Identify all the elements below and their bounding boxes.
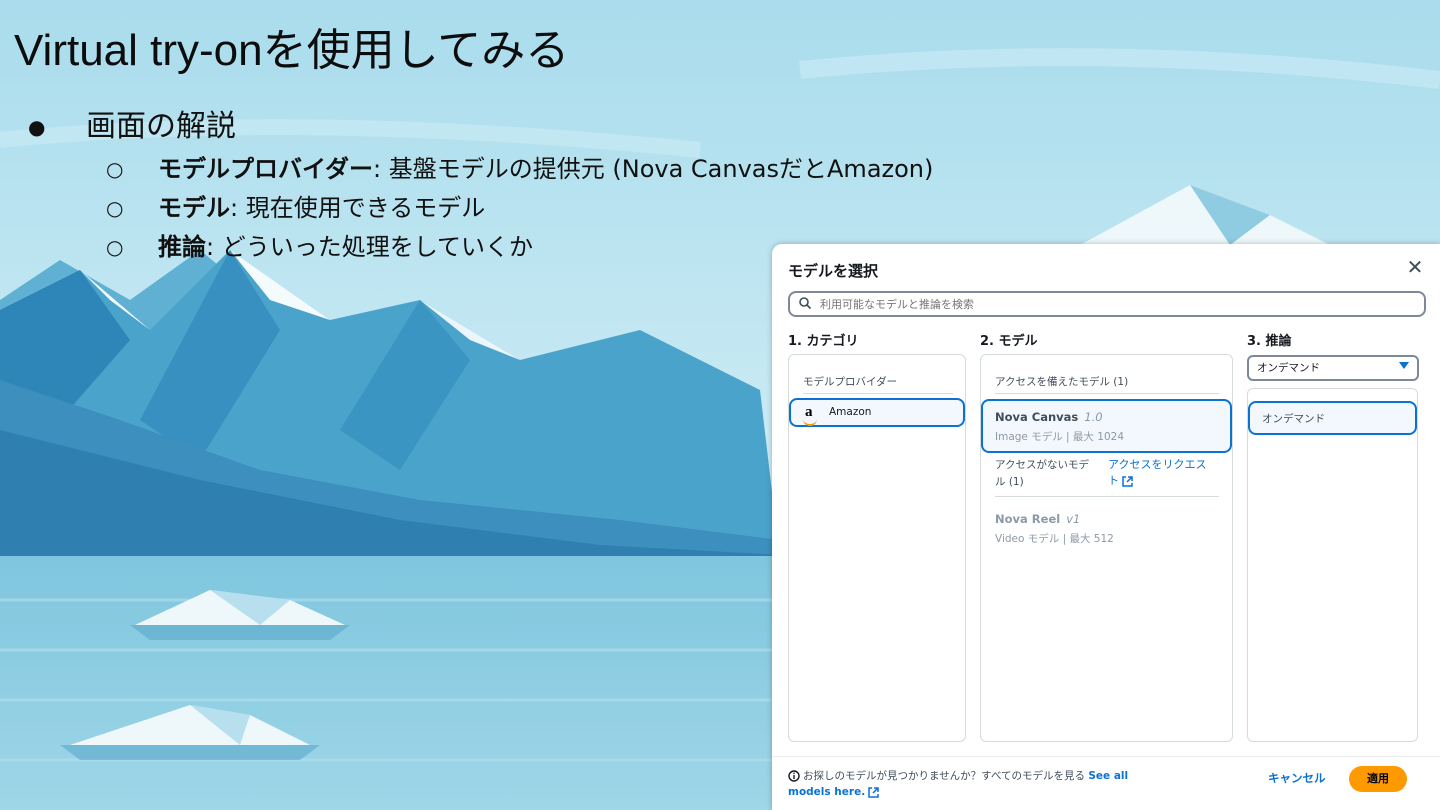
- inference-option[interactable]: オンデマンド: [1248, 401, 1417, 435]
- info-icon: [788, 770, 800, 782]
- category-panel: モデルプロバイダー a Amazon: [788, 354, 966, 742]
- footer-info-text: お探しのモデルが見つかりませんか？すべてのモデルを見る: [803, 770, 1086, 782]
- amazon-smile-icon: [803, 419, 817, 426]
- model-desc: Image モデル | 最大 1024: [995, 431, 1124, 443]
- apply-button[interactable]: 適用: [1349, 766, 1407, 792]
- cancel-button[interactable]: キャンセル: [1268, 770, 1326, 786]
- model-name: Nova Canvas 1.0: [995, 410, 1103, 424]
- provider-name: Amazon: [829, 406, 872, 418]
- bullet-text: 画面の解説: [86, 109, 236, 144]
- model-desc: Video モデル | 最大 512: [995, 533, 1114, 545]
- bullet-ring-icon: ○: [106, 235, 124, 259]
- inference-heading: 3. 推論: [1247, 334, 1292, 349]
- category-heading: 1. カテゴリ: [788, 334, 859, 349]
- sub-bullet-term: モデル: [158, 194, 230, 222]
- caret-down-icon: [1399, 362, 1409, 369]
- slide-title: Virtual try-onを使用してみる: [14, 26, 570, 75]
- footer-divider: [772, 756, 1440, 757]
- model-item-nova-canvas[interactable]: Nova Canvas 1.0 Image モデル | 最大 1024: [981, 399, 1232, 453]
- divider: [995, 393, 1219, 394]
- search-box[interactable]: [788, 291, 1426, 317]
- inference-option-label: オンデマンド: [1262, 413, 1325, 425]
- model-heading: 2. モデル: [980, 334, 1038, 349]
- sub-bullet-term: 推論: [158, 233, 206, 261]
- sub-bullet-text: : どういった処理をしていくか: [206, 233, 533, 261]
- divider: [803, 393, 953, 394]
- model-panel: アクセスを備えたモデル (1) Nova Canvas 1.0 Image モデル…: [980, 354, 1233, 742]
- access-group-label: アクセスを備えたモデル (1): [995, 376, 1129, 388]
- provider-group-label: モデルプロバイダー: [803, 376, 898, 388]
- bullet-dot-icon: ●: [28, 115, 46, 139]
- sub-bullet-text: : 基盤モデルの提供元 (Nova CanvasだとAmazon): [373, 155, 934, 183]
- external-link-icon: [1122, 475, 1133, 487]
- model-version: v1: [1066, 512, 1081, 526]
- dialog-title: モデルを選択: [788, 262, 879, 280]
- sub-bullet-text: : 現在使用できるモデル: [230, 194, 486, 222]
- external-link-icon: [868, 786, 879, 798]
- request-access-link[interactable]: アクセスをリクエス ト: [1108, 457, 1206, 489]
- no-access-group-label: アクセスがないモデ ル (1): [995, 459, 1089, 488]
- inference-select[interactable]: オンデマンド: [1247, 355, 1419, 381]
- inference-select-value: オンデマンド: [1257, 362, 1320, 374]
- divider: [995, 496, 1219, 497]
- search-input[interactable]: [818, 294, 1412, 314]
- model-name-nova-reel: Nova Reel v1: [995, 512, 1081, 526]
- close-icon[interactable]: ✕: [1404, 256, 1426, 278]
- provider-item-amazon[interactable]: a Amazon: [789, 398, 965, 427]
- model-version: 1.0: [1084, 410, 1103, 424]
- sub-bullet-term: モデルプロバイダー: [158, 155, 374, 183]
- model-select-dialog: モデルを選択 ✕ 1. カテゴリ モデルプロバイダー a Amazon 2. モ…: [772, 244, 1440, 810]
- bullet-ring-icon: ○: [106, 157, 124, 181]
- search-icon: [799, 297, 812, 310]
- footer-help: お探しのモデルが見つかりませんか？すべてのモデルを見る See all model…: [788, 768, 1148, 800]
- bullet-ring-icon: ○: [106, 196, 124, 220]
- inference-panel: オンデマンド: [1247, 388, 1418, 742]
